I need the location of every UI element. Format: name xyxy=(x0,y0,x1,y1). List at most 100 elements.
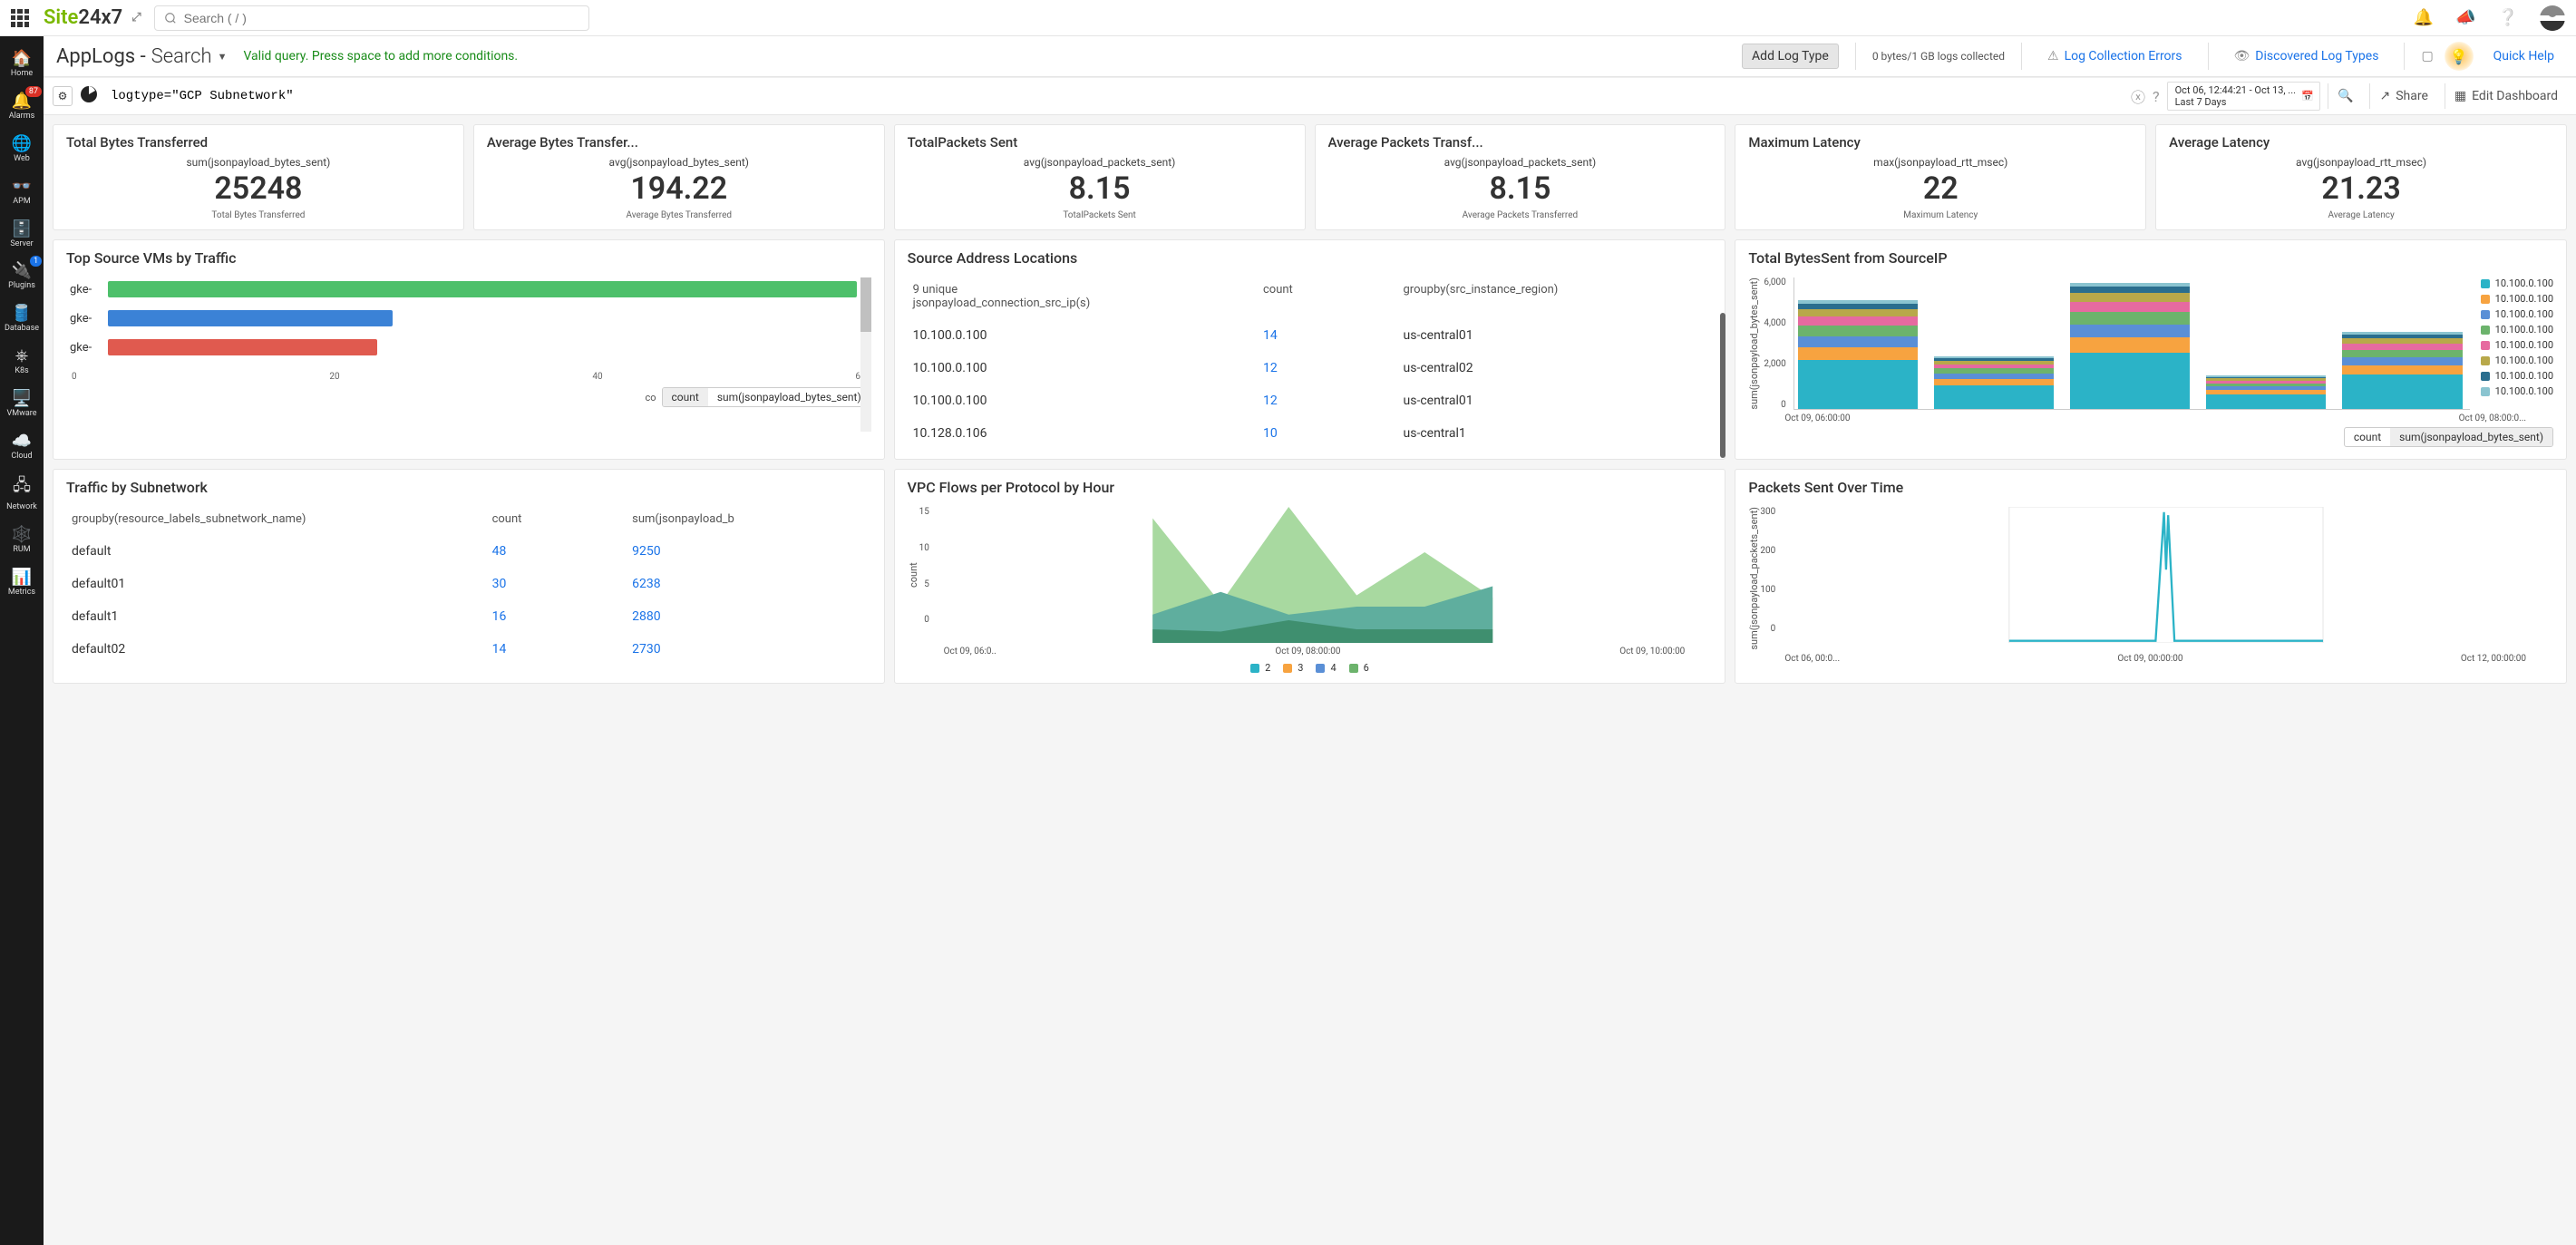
y-axis-label: sum(jsonpayload_bytes_sent) xyxy=(1748,277,1760,410)
title-sub: Search xyxy=(151,45,212,68)
toggle-sum[interactable]: sum(jsonpayload_bytes_sent) xyxy=(708,388,870,406)
sidebar-item-apm[interactable]: 👓APM xyxy=(2,171,42,210)
cell-count[interactable]: 48 xyxy=(492,544,633,559)
search-button[interactable]: 🔍 xyxy=(2328,83,2362,109)
legend-item[interactable]: 10.100.0.100 xyxy=(2481,355,2553,366)
cell-count[interactable]: 12 xyxy=(1263,361,1404,375)
query-help-icon[interactable]: ? xyxy=(2153,88,2160,105)
cell-count[interactable]: 14 xyxy=(492,642,633,657)
stat-expr: avg(jsonpayload_packets_sent) xyxy=(908,156,1292,169)
stat-title: Average Bytes Transfer... xyxy=(487,134,871,151)
legend-item[interactable]: 10.100.0.100 xyxy=(2481,339,2553,351)
table-row: default489250 xyxy=(66,535,871,568)
cell-count[interactable]: 30 xyxy=(492,577,633,591)
table-row: 10.100.0.10012us-central02 xyxy=(908,352,1713,384)
cell-sum[interactable]: 2880 xyxy=(632,609,866,624)
col-group-header: groupby(src_instance_region) xyxy=(1404,283,1707,310)
clear-query-icon[interactable]: ⓧ xyxy=(2131,85,2145,107)
table-row: 10.100.0.10012us-central01 xyxy=(908,384,1713,417)
chevron-down-icon[interactable]: ▼ xyxy=(218,51,228,63)
sidebar-item-web[interactable]: 🌐Web xyxy=(2,129,42,168)
cell-sum[interactable]: 9250 xyxy=(632,544,866,559)
expand-icon[interactable]: ⤢ xyxy=(131,11,139,24)
cell-count[interactable]: 14 xyxy=(1263,328,1404,343)
cell-count[interactable]: 10 xyxy=(1263,426,1404,441)
sidebar-item-label: APM xyxy=(13,198,30,207)
add-log-type-button[interactable]: Add Log Type xyxy=(1742,44,1839,69)
cell-count[interactable]: 16 xyxy=(492,609,633,624)
legend-item[interactable]: 10.100.0.100 xyxy=(2481,385,2553,397)
legend-item[interactable]: 10.100.0.100 xyxy=(2481,293,2553,305)
avatar[interactable] xyxy=(2540,5,2565,31)
legend-item[interactable]: 2 xyxy=(1250,662,1270,674)
idea-lightbulb-icon[interactable]: 💡 xyxy=(2445,42,2474,71)
cloud-icon: ☁️ xyxy=(12,432,32,451)
share-button[interactable]: ↗Share xyxy=(2369,83,2436,109)
sidebar-item-cloud[interactable]: ☁️Cloud xyxy=(2,426,42,465)
y-axis-label: sum(jsonpayload_packets_sent) xyxy=(1748,507,1760,650)
sidebar-item-plugins[interactable]: 🔌Plugins1 xyxy=(2,256,42,295)
legend-item[interactable]: 4 xyxy=(1316,662,1336,674)
date-range-picker[interactable]: Oct 06, 12:44:21 - Oct 13, ... Last 7 Da… xyxy=(2167,82,2320,111)
scrollbar[interactable] xyxy=(860,277,871,432)
bell-icon[interactable]: 🔔 xyxy=(2414,8,2434,27)
legend-item[interactable]: 10.100.0.100 xyxy=(2481,324,2553,336)
network-icon: 🖧 xyxy=(13,474,31,501)
toggle-sum[interactable]: sum(jsonpayload_bytes_sent) xyxy=(2390,428,2552,446)
sidebar-item-k8s[interactable]: ⎈K8s xyxy=(2,341,42,380)
search-input[interactable] xyxy=(154,5,589,31)
cell-region: us-central01 xyxy=(1404,394,1707,408)
stat-card: Average Packets Transf...avg(jsonpayload… xyxy=(1315,124,1726,230)
legend-item[interactable]: 6 xyxy=(1349,662,1369,674)
divider xyxy=(2021,43,2022,70)
scrollbar[interactable] xyxy=(1720,313,1725,458)
stacked-bar xyxy=(2206,375,2326,409)
metric-toggle[interactable]: count sum(jsonpayload_bytes_sent) xyxy=(662,387,871,407)
stat-value: 8.15 xyxy=(1328,170,1713,207)
sidebar-item-rum[interactable]: 🕸️RUM xyxy=(2,520,42,559)
page-title[interactable]: AppLogs - Search ▼ xyxy=(56,45,227,68)
stacked-bar xyxy=(1934,356,2054,409)
query-input[interactable] xyxy=(105,83,2124,109)
edit-dashboard-button[interactable]: ▦Edit Dashboard xyxy=(2445,83,2567,109)
k8s-icon: ⎈ xyxy=(15,346,28,365)
stat-title: TotalPackets Sent xyxy=(908,134,1292,151)
eye-icon: 👁 xyxy=(2234,49,2250,63)
sidebar-item-network[interactable]: 🖧 Network xyxy=(2,469,42,516)
legend-item[interactable]: 10.100.0.100 xyxy=(2481,370,2553,382)
sidebar-item-alarms[interactable]: 🔔Alarms87 xyxy=(2,86,42,125)
stat-sub: TotalPackets Sent xyxy=(908,210,1292,220)
legend-item[interactable]: 3 xyxy=(1283,662,1303,674)
help-icon[interactable]: ❔ xyxy=(2498,8,2518,27)
cell-sum[interactable]: 6238 xyxy=(632,577,866,591)
cell-count[interactable]: 12 xyxy=(1263,394,1404,408)
sidebar-item-database[interactable]: 🛢️Database xyxy=(2,298,42,337)
sidebar-item-label: Network xyxy=(6,503,37,512)
legend-item[interactable]: 10.100.0.100 xyxy=(2481,277,2553,289)
sidebar-item-label: VMware xyxy=(7,410,37,419)
announce-icon[interactable]: 📣 xyxy=(2455,8,2475,27)
toggle-count[interactable]: count xyxy=(663,388,708,406)
apps-grid-icon[interactable] xyxy=(11,9,29,27)
discovered-log-types-link[interactable]: 👁Discovered Log Types xyxy=(2225,44,2388,68)
metric-toggle[interactable]: count sum(jsonpayload_bytes_sent) xyxy=(2344,427,2553,447)
logo[interactable]: Site24x7 ⤢ xyxy=(44,6,140,29)
settings-list-icon[interactable]: ⚙ xyxy=(53,86,73,106)
chart-legend: 10.100.0.100 10.100.0.100 10.100.0.100 10.1… xyxy=(2474,277,2553,410)
sidebar-item-server[interactable]: 🗄️Server xyxy=(2,214,42,253)
main-content: AppLogs - Search ▼ Valid query. Press sp… xyxy=(44,36,2576,1245)
stat-card: TotalPackets Sent avg(jsonpayload_packets… xyxy=(894,124,1306,230)
sidebar-item-vmware[interactable]: 🖥️VMware xyxy=(2,384,42,423)
sidebar-item-home[interactable]: 🏠Home xyxy=(2,44,42,83)
cell-sum[interactable]: 2730 xyxy=(632,642,866,657)
toggle-count[interactable]: count xyxy=(2345,428,2390,446)
box-icon[interactable]: ▢ xyxy=(2421,49,2433,63)
sidebar-item-label: Database xyxy=(5,325,39,334)
chart-legend: 2 3 4 6 xyxy=(908,662,1713,674)
pie-chart-icon[interactable] xyxy=(80,85,98,107)
sidebar-item-metrics[interactable]: 📊Metrics xyxy=(2,562,42,601)
legend-item[interactable]: 10.100.0.100 xyxy=(2481,308,2553,320)
log-collection-errors-link[interactable]: ⚠Log Collection Errors xyxy=(2038,44,2192,68)
quick-help-link[interactable]: Quick Help xyxy=(2484,44,2563,68)
top-bar: Site24x7 ⤢ 🔔 📣 ❔ xyxy=(0,0,2576,36)
